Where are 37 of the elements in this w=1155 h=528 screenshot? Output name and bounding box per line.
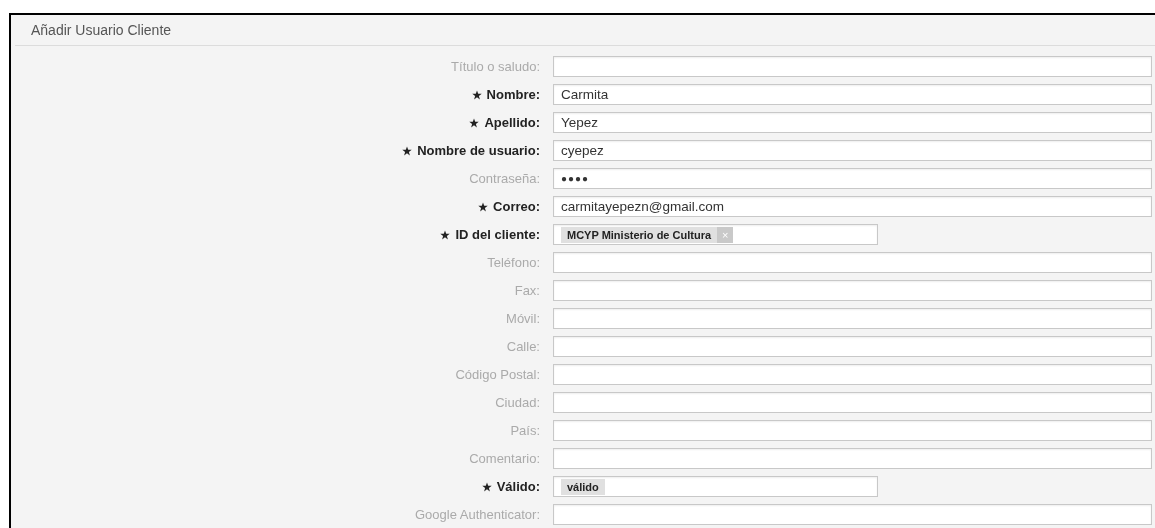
input-field[interactable]: cyepez bbox=[553, 140, 1152, 161]
field-label: Apellido: bbox=[484, 115, 540, 130]
input-field[interactable] bbox=[553, 280, 1152, 301]
field-label: País: bbox=[510, 423, 540, 438]
field-label: Nombre: bbox=[486, 87, 540, 102]
input-field[interactable] bbox=[553, 308, 1152, 329]
field-label: Comentario: bbox=[469, 451, 540, 466]
field-label: Ciudad: bbox=[495, 395, 540, 410]
input-field[interactable]: carmitayepezn@gmail.com bbox=[553, 196, 1152, 217]
field-label: Válido: bbox=[496, 479, 540, 494]
field-label: Móvil: bbox=[506, 311, 540, 326]
selected-option: válido bbox=[561, 478, 605, 495]
tag-input-field[interactable]: MCYP Ministerio de Cultura × bbox=[553, 224, 878, 245]
input-field[interactable] bbox=[553, 448, 1152, 469]
input-field[interactable] bbox=[553, 504, 1152, 525]
field-label: Nombre de usuario: bbox=[417, 143, 540, 158]
input-field[interactable] bbox=[553, 252, 1152, 273]
input-field[interactable] bbox=[553, 392, 1152, 413]
input-field[interactable] bbox=[553, 336, 1152, 357]
input-field[interactable] bbox=[553, 364, 1152, 385]
input-field[interactable]: Yepez bbox=[553, 112, 1152, 133]
field-label: Código Postal: bbox=[455, 367, 540, 382]
field-label: Google Authenticator: bbox=[414, 507, 540, 522]
customer-tag: MCYP Ministerio de Cultura bbox=[561, 226, 718, 243]
panel-title: Añadir Usuario Cliente bbox=[31, 22, 172, 38]
field-label: Calle: bbox=[506, 339, 540, 354]
field-label: Contraseña: bbox=[469, 171, 540, 186]
field-label: Correo: bbox=[493, 199, 540, 214]
field-label: Fax: bbox=[514, 283, 540, 298]
select-field[interactable]: válido bbox=[553, 476, 878, 497]
input-field[interactable]: Carmita bbox=[553, 84, 1152, 105]
field-label: Teléfono: bbox=[487, 255, 540, 270]
field-label: ID del cliente: bbox=[455, 227, 540, 242]
input-field[interactable] bbox=[553, 420, 1152, 441]
input-field[interactable] bbox=[553, 56, 1152, 77]
field-label: Título o saludo: bbox=[451, 59, 540, 74]
password-field[interactable]: ●●●● bbox=[553, 168, 1152, 189]
